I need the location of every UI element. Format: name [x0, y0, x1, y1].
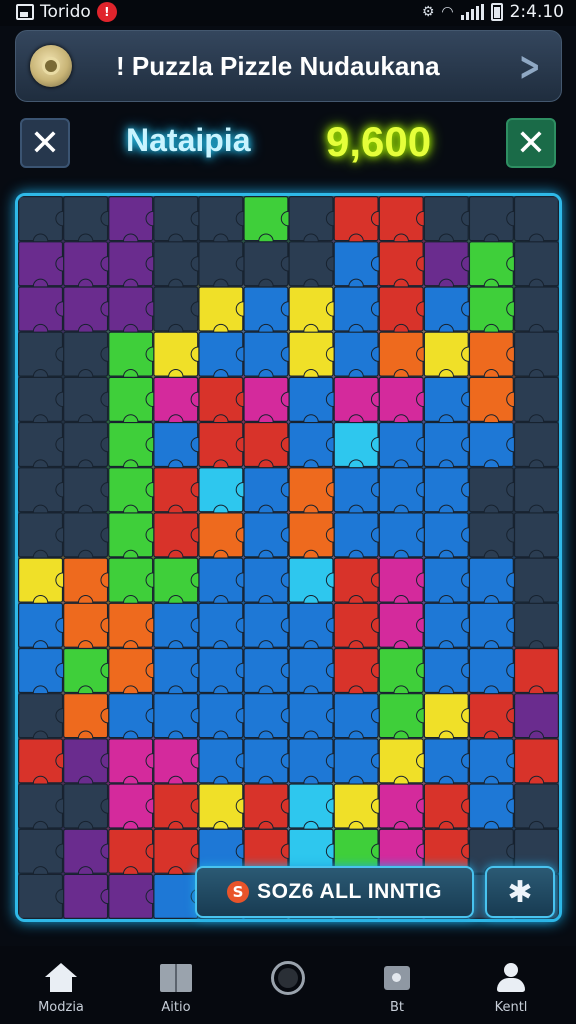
nav-label-book: Aitio [161, 1000, 191, 1015]
puzzle-piece[interactable] [513, 421, 559, 475]
puzzle-piece[interactable] [513, 376, 559, 430]
nav-item-profile[interactable]: Kentl [456, 958, 566, 1015]
home-icon [45, 963, 77, 993]
vibrate-icon: ⚙ [421, 4, 435, 20]
image-icon [16, 4, 34, 20]
puzzle-piece[interactable] [513, 241, 559, 295]
solve-icon: S [227, 881, 250, 903]
status-bar: Torido ! ⚙ ◠ 2:4.10 [0, 0, 576, 26]
player-name: Nataipia [126, 122, 251, 158]
puzzle-logo-icon [30, 45, 72, 87]
puzzle-piece[interactable] [18, 467, 71, 521]
puzzle-grid[interactable] [18, 196, 559, 919]
battery-icon [490, 3, 503, 21]
game-title: ! Puzzla Pizzle Nudaukana [116, 50, 440, 81]
nav-item-pictures[interactable]: Bt [342, 958, 452, 1015]
puzzle-piece[interactable] [513, 286, 559, 340]
puzzle-piece-icon: ✱ [507, 874, 533, 910]
tools-icon: ✕ [29, 122, 61, 164]
solve-all-label: SOZ6 ALL INNTIG [257, 880, 442, 903]
puzzle-piece[interactable] [513, 738, 559, 792]
tools-button[interactable]: ✕ [20, 118, 70, 168]
status-left: Torido ! [16, 2, 117, 22]
puzzle-settings-button[interactable]: ✱ [485, 866, 555, 918]
nav-label-profile: Kentl [494, 1000, 528, 1015]
puzzle-piece[interactable] [513, 783, 559, 837]
score-display: 9,600 [326, 118, 432, 165]
nav-item-center[interactable] [233, 958, 343, 1000]
puzzle-board[interactable] [15, 193, 562, 922]
picture-icon [384, 966, 410, 990]
puzzle-piece[interactable] [513, 196, 559, 249]
wifi-icon: ◠ [441, 4, 454, 20]
puzzle-piece[interactable] [468, 467, 522, 521]
puzzle-piece[interactable] [513, 557, 559, 611]
puzzle-piece[interactable] [108, 873, 161, 919]
nav-item-book[interactable]: Aitio [121, 958, 231, 1015]
solve-all-button[interactable]: S SOZ6 ALL INNTIG [195, 866, 474, 918]
nav-item-home[interactable]: Modzia [6, 958, 116, 1015]
puzzle-piece[interactable] [513, 647, 559, 701]
puzzle-piece[interactable] [513, 602, 559, 656]
puzzle-piece[interactable] [18, 376, 71, 430]
puzzle-piece[interactable] [513, 512, 559, 566]
title-bar[interactable]: ! Puzzla Pizzle Nudaukana > [15, 30, 562, 102]
book-icon [160, 964, 192, 992]
shuffle-icon: ✕ [515, 122, 547, 164]
puzzle-piece[interactable] [513, 693, 559, 746]
puzzle-piece[interactable] [513, 331, 559, 385]
puzzle-piece[interactable] [18, 331, 71, 385]
status-time: 2:4.10 [509, 2, 564, 22]
bottom-nav: Modzia Aitio Bt Kentl [0, 946, 576, 1024]
signal-icon [460, 4, 484, 20]
shuffle-button[interactable]: ✕ [506, 118, 556, 168]
status-right: ⚙ ◠ 2:4.10 [422, 2, 564, 22]
notification-badge-icon: ! [96, 2, 117, 22]
hud: ✕ Nataipia 9,600 ✕ [0, 112, 576, 176]
nav-label-home: Modzia [38, 1000, 84, 1015]
profile-icon [495, 963, 527, 993]
status-app-text: Torido [40, 2, 91, 22]
chevron-right-icon[interactable]: > [519, 47, 541, 87]
puzzle-piece[interactable] [63, 873, 116, 919]
puzzle-piece[interactable] [18, 421, 71, 475]
puzzle-piece[interactable] [153, 196, 207, 249]
nav-label-pictures: Bt [389, 1000, 404, 1015]
circle-icon [271, 961, 305, 995]
puzzle-piece[interactable] [513, 467, 559, 521]
puzzle-piece[interactable] [18, 873, 71, 919]
